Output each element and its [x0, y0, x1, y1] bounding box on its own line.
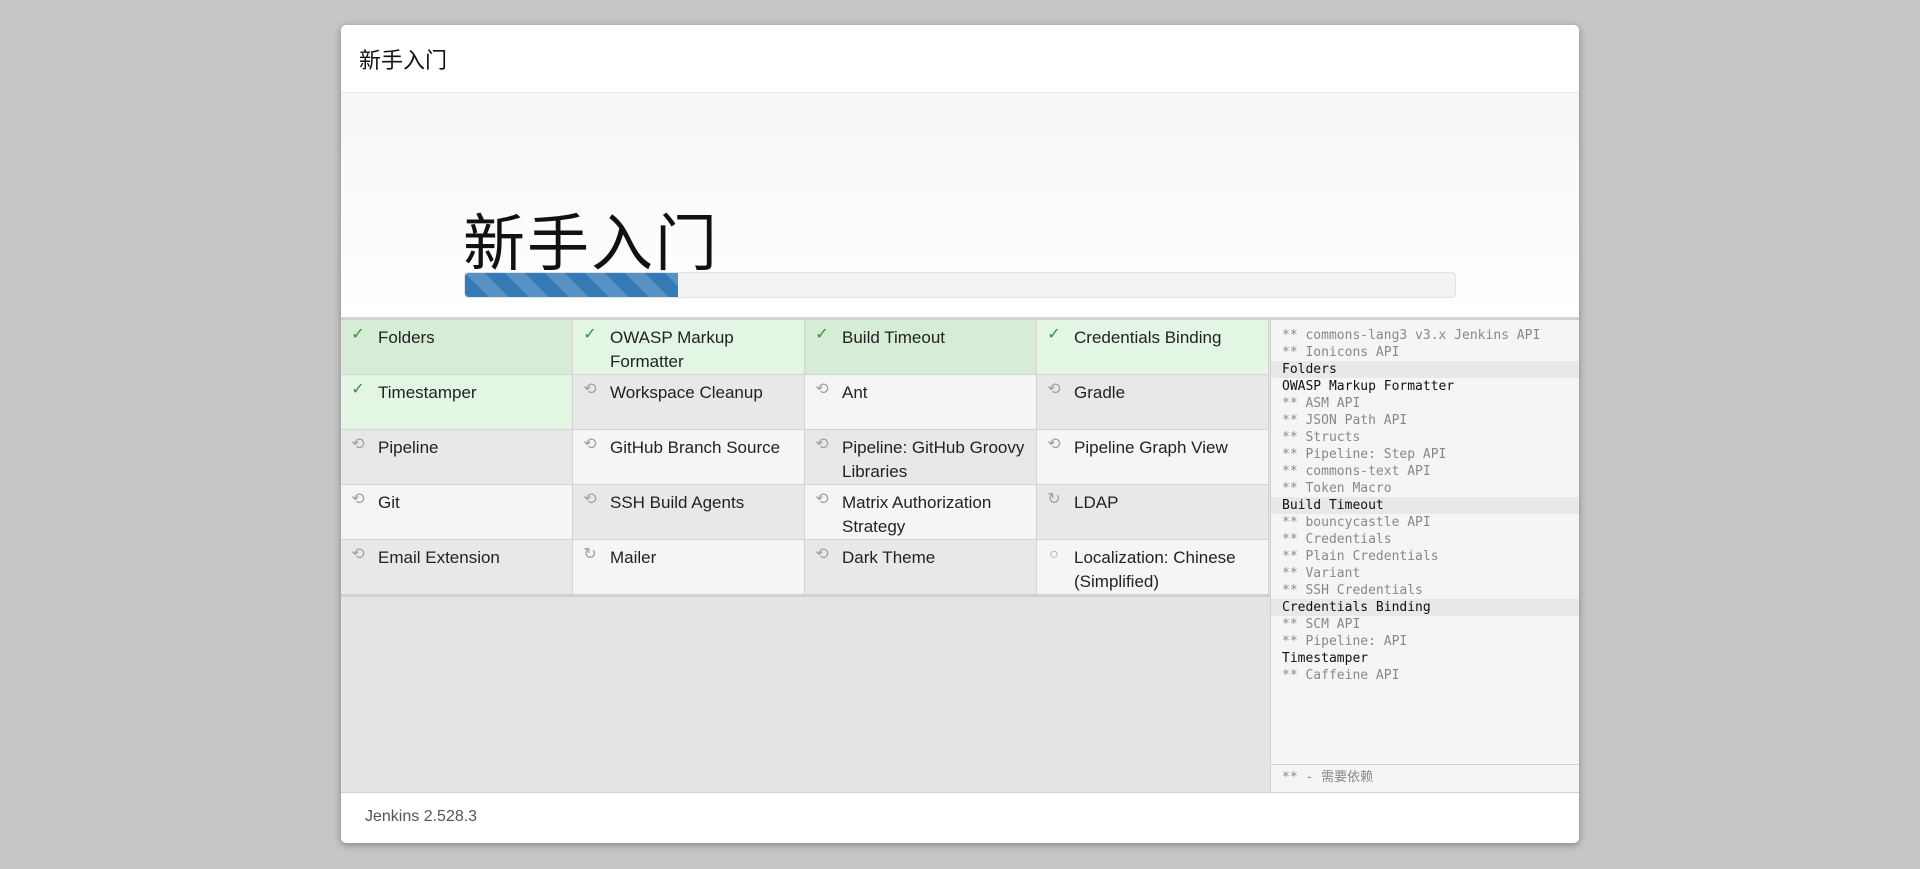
install-progress-fill [465, 273, 678, 297]
plugin-label: Git [378, 493, 400, 512]
check-icon: ✓ [815, 326, 829, 343]
log-dependency-line: ** commons-text API [1282, 464, 1431, 479]
log-dependency-line: ** ASM API [1282, 396, 1361, 411]
plugin-label: Localization: Chinese (Simplified) [1074, 548, 1236, 591]
plugin-label: Matrix Authorization Strategy [842, 493, 992, 536]
log-dependency-line: ** Variant [1282, 566, 1361, 581]
plugin-label: LDAP [1074, 493, 1119, 512]
refresh-icon: ⟲ [583, 491, 597, 508]
plugin-label: Build Timeout [842, 328, 945, 347]
log-plugin-line: Folders [1271, 361, 1579, 378]
plugin-label: GitHub Branch Source [610, 438, 781, 457]
plugin-item: ✓ Timestamper [341, 375, 573, 430]
plugin-item: ○ Localization: Chinese (Simplified) [1037, 540, 1269, 595]
refresh-icon: ⟲ [815, 546, 829, 563]
log-dependency-line: ** JSON Path API [1282, 413, 1408, 428]
install-log-legend: ** - 需要依赖 [1271, 764, 1579, 792]
log-dependency-line: ** Credentials [1282, 532, 1392, 547]
log-plugin-line: Credentials Binding [1271, 599, 1579, 616]
plugin-item: ⟲ Ant [805, 375, 1037, 430]
plugin-item: ⟲ Pipeline Graph View [1037, 430, 1269, 485]
log-dependency-line: ** Ionicons API [1282, 345, 1400, 360]
plugin-item: ⟲ Email Extension [341, 540, 573, 595]
log-dependency-line: ** SCM API [1282, 617, 1361, 632]
log-dependency-line: ** bouncycastle API [1282, 515, 1431, 530]
plugin-item: ⟲ Pipeline: GitHub Groovy Libraries [805, 430, 1037, 485]
plugin-item: ✓ Build Timeout [805, 320, 1037, 375]
plugin-label: Pipeline [378, 438, 439, 457]
plugin-grid: ✓ Folders ✓ OWASP Markup Formatter ✓ Build Ti… [341, 320, 1270, 597]
refresh-icon: ⟲ [815, 436, 829, 453]
plugin-item: ✓ Credentials Binding [1037, 320, 1269, 375]
log-dependency-line: ** commons-lang3 v3.x Jenkins API [1282, 328, 1541, 343]
plugin-label: Folders [378, 328, 435, 347]
dialog-header: 新手入门 [341, 25, 1579, 93]
log-plugin-line: OWASP Markup Formatter [1282, 379, 1455, 394]
plugin-label: Dark Theme [842, 548, 936, 567]
plugin-label: SSH Build Agents [610, 493, 745, 512]
plugin-item: ⟲ Gradle [1037, 375, 1269, 430]
circle-icon: ○ [1049, 546, 1059, 563]
plugin-item: ⟲ Workspace Cleanup [573, 375, 805, 430]
hero-section: 新手入门 [341, 93, 1579, 317]
plugin-label: Pipeline Graph View [1074, 438, 1228, 457]
refresh-icon: ⟲ [1047, 381, 1061, 398]
log-plugin-line: Build Timeout [1271, 497, 1579, 514]
log-plugin-line: Timestamper [1282, 651, 1369, 666]
install-content: ✓ Folders ✓ OWASP Markup Formatter ✓ Build Ti… [341, 317, 1579, 793]
install-log-panel[interactable]: ** commons-lang3 v3.x Jenkins API ** Ioni… [1270, 320, 1579, 792]
plugin-item: ⟲ SSH Build Agents [573, 485, 805, 540]
check-icon: ✓ [1047, 326, 1061, 343]
plugin-label: Email Extension [378, 548, 500, 567]
refresh-icon: ⟲ [583, 381, 597, 398]
refresh-icon: ⟲ [351, 546, 365, 563]
plugin-label: Gradle [1074, 383, 1126, 402]
log-dependency-line: ** Pipeline: API [1282, 634, 1408, 649]
check-icon: ✓ [351, 326, 365, 343]
plugin-item: ⟲ Git [341, 485, 573, 540]
plugin-label: OWASP Markup Formatter [610, 328, 734, 371]
dialog-title: 新手入门 [359, 47, 448, 73]
refresh-icon: ⟲ [815, 491, 829, 508]
check-icon: ✓ [583, 326, 597, 343]
refresh-icon: ⟲ [351, 491, 365, 508]
plugin-item: ✓ OWASP Markup Formatter [573, 320, 805, 375]
log-dependency-line: ** Caffeine API [1282, 668, 1400, 683]
plugin-label: Timestamper [378, 383, 477, 402]
log-dependency-line: ** SSH Credentials [1282, 583, 1423, 598]
dialog-footer: Jenkins 2.528.3 [341, 790, 1579, 843]
plugin-label: Pipeline: GitHub Groovy Libraries [842, 438, 1025, 481]
plugin-item: ✓ Folders [341, 320, 573, 375]
refresh-icon: ⟲ [351, 436, 365, 453]
plugin-label: Ant [842, 383, 868, 402]
refresh-icon: ⟲ [815, 381, 829, 398]
spinner-icon: ↻ [583, 546, 597, 563]
log-dependency-line: ** Pipeline: Step API [1282, 447, 1447, 462]
log-dependency-line: ** Structs [1282, 430, 1361, 445]
plugin-item: ↻ Mailer [573, 540, 805, 595]
plugin-item: ↻ LDAP [1037, 485, 1269, 540]
log-dependency-line: ** Plain Credentials [1282, 549, 1439, 564]
spinner-icon: ↻ [1047, 491, 1061, 508]
log-dependency-line: ** Token Macro [1282, 481, 1392, 496]
install-progress-bar [464, 272, 1456, 298]
plugin-item: ⟲ Pipeline [341, 430, 573, 485]
jenkins-version: Jenkins 2.528.3 [365, 807, 478, 825]
setup-wizard-dialog: 新手入门 新手入门 ✓ Folders ✓ OWASP Markup Formatte… [341, 25, 1579, 843]
check-icon: ✓ [351, 381, 365, 398]
plugin-item: ⟲ Dark Theme [805, 540, 1037, 595]
plugin-label: Workspace Cleanup [610, 383, 763, 402]
plugin-item: ⟲ Matrix Authorization Strategy [805, 485, 1037, 540]
plugin-label: Mailer [610, 548, 657, 567]
refresh-icon: ⟲ [583, 436, 597, 453]
page-title: 新手入门 [463, 207, 720, 280]
plugin-label: Credentials Binding [1074, 328, 1222, 347]
refresh-icon: ⟲ [1047, 436, 1061, 453]
install-log: ** commons-lang3 v3.x Jenkins API ** Ioni… [1271, 320, 1579, 684]
plugin-item: ⟲ GitHub Branch Source [573, 430, 805, 485]
